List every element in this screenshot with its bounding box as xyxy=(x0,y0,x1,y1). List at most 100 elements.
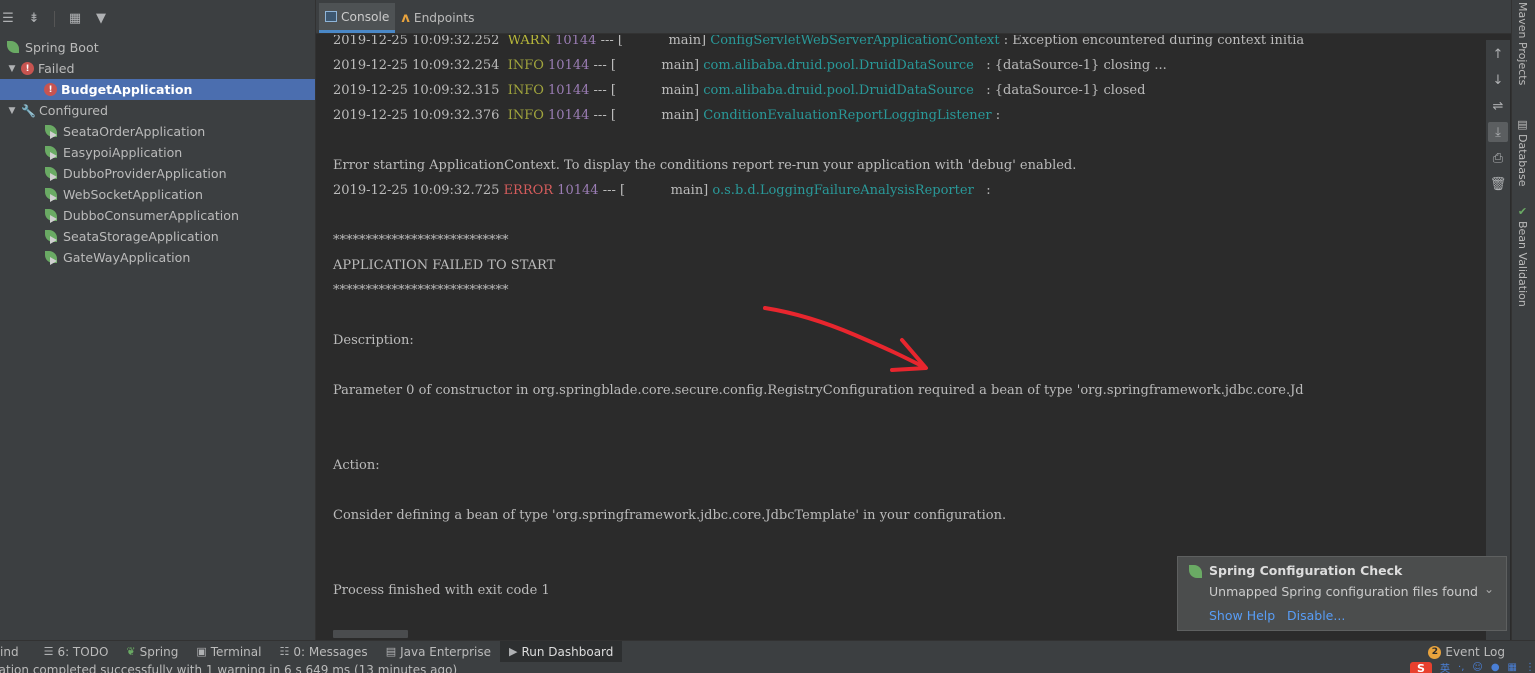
soft-wrap-icon[interactable]: ⇌ xyxy=(1488,96,1508,116)
description-text: Parameter 0 of constructor in org.spring… xyxy=(333,383,1304,398)
tree-root-spring-boot[interactable]: Spring Boot xyxy=(0,37,315,58)
tool-window-find[interactable]: ind xyxy=(0,641,28,663)
ime-menu-icon[interactable]: ⋮ xyxy=(1525,662,1535,673)
print-icon[interactable]: ⎙ xyxy=(1488,148,1508,168)
spring-icon: ❦ xyxy=(126,645,136,658)
spring-app-icon xyxy=(44,166,59,181)
event-log-button[interactable]: 2 Event Log xyxy=(1428,641,1505,663)
tool-window-run-dashboard[interactable]: ▶ Run Dashboard xyxy=(499,640,623,663)
event-count-badge: 2 xyxy=(1428,645,1442,659)
wrench-icon: 🔧 xyxy=(21,103,36,118)
tool-window-todo[interactable]: ☰ 6: TODO xyxy=(28,641,118,663)
scroll-to-end-icon[interactable]: ⤓ xyxy=(1488,122,1508,142)
ime-logo-icon[interactable]: S xyxy=(1410,662,1433,673)
scroll-down-icon[interactable]: ↓ xyxy=(1488,70,1508,90)
spring-app-icon xyxy=(44,250,59,265)
run-icon: ▶ xyxy=(508,645,518,658)
tree-item-label: DubboProviderApplication xyxy=(63,166,227,181)
tab-endpoints[interactable]: ʌ Endpoints xyxy=(395,3,480,33)
log-line: 2019-12-25 10:09:32.725 ERROR 10144 --- … xyxy=(333,183,991,198)
spring-app-icon xyxy=(44,145,59,160)
status-bar: ilation completed successfully with 1 wa… xyxy=(0,662,1535,673)
tree-root-label: Spring Boot xyxy=(25,40,99,55)
error-starting-line: Error starting ApplicationContext. To di… xyxy=(333,158,1077,173)
tool-window-messages[interactable]: ☷ 0: Messages xyxy=(270,641,376,663)
spring-app-icon xyxy=(44,208,59,223)
annotation-arrow xyxy=(763,306,928,372)
log-line: 2019-12-25 10:09:32.376 INFO 10144 --- [… xyxy=(333,108,1001,123)
spring-app-icon xyxy=(44,229,59,244)
tree-item-budget-application[interactable]: ! BudgetApplication xyxy=(0,79,315,100)
tab-label: Endpoints xyxy=(413,11,475,25)
show-help-link[interactable]: Show Help xyxy=(1209,608,1275,623)
notification-message: Unmapped Spring configuration files foun… xyxy=(1209,584,1479,599)
spring-boot-icon xyxy=(6,40,21,55)
horizontal-scrollbar[interactable] xyxy=(333,630,408,638)
toolbar-divider xyxy=(54,10,55,27)
terminal-icon: ▣ xyxy=(196,645,207,658)
ime-emoji-icon[interactable]: ☺ xyxy=(1472,662,1482,673)
tree-item-label: SeataOrderApplication xyxy=(63,124,206,139)
run-configurations-tree: Spring Boot ▼ ! Failed ! BudgetApplicati… xyxy=(0,37,315,268)
list-icon: ☰ xyxy=(43,645,54,658)
failed-title-line: APPLICATION FAILED TO START xyxy=(333,258,556,273)
trash-icon[interactable]: 🗑 xyxy=(1488,174,1508,194)
tree-item-label: GateWayApplication xyxy=(63,250,191,265)
side-tab-maven[interactable]: Maven Projects xyxy=(1516,2,1529,85)
expand-all-icon[interactable]: ☰ xyxy=(0,11,16,27)
tool-window-spring[interactable]: ❦ Spring xyxy=(117,641,187,663)
error-icon: ! xyxy=(44,83,57,96)
tab-label: Console xyxy=(341,9,390,24)
tree-item-gateway[interactable]: GateWayApplication xyxy=(0,247,315,268)
filter-icon[interactable]: ▼ xyxy=(93,11,109,27)
console-toolbar: ↑ ↓ ⇌ ⤓ ⎙ 🗑 xyxy=(1486,40,1510,640)
tab-console[interactable]: Console xyxy=(319,3,396,33)
ime-mic-icon[interactable]: ● xyxy=(1491,662,1500,673)
spring-config-notification: Spring Configuration Check Unmapped Spri… xyxy=(1177,556,1507,631)
tree-item-dubbo-provider[interactable]: DubboProviderApplication xyxy=(0,163,315,184)
tree-item-dubbo-consumer[interactable]: DubboConsumerApplication xyxy=(0,205,315,226)
collapse-all-icon[interactable]: ⇟ xyxy=(26,11,42,27)
messages-icon: ☷ xyxy=(279,645,290,658)
group-by-icon[interactable]: ▦ xyxy=(67,11,83,27)
tree-item-easypoi[interactable]: EasypoiApplication xyxy=(0,142,315,163)
tree-group-label: Failed xyxy=(38,61,75,76)
action-label: Action: xyxy=(333,458,380,473)
chevron-down-icon[interactable]: ⌄ xyxy=(1484,582,1494,596)
console-tabs: Console ʌ Endpoints xyxy=(316,0,1511,34)
spring-leaf-icon xyxy=(1189,565,1202,578)
event-log-label: Event Log xyxy=(1445,645,1505,659)
java-enterprise-icon: ▤ xyxy=(385,645,397,658)
tree-group-configured[interactable]: ▼ 🔧 Configured xyxy=(0,100,315,121)
ime-keyboard-icon[interactable]: ▦ xyxy=(1508,662,1517,673)
ime-lang-icon[interactable]: 英 xyxy=(1440,662,1450,673)
spring-app-icon xyxy=(44,124,59,139)
spring-app-icon xyxy=(44,187,59,202)
run-dashboard-panel: ☰ ⇟ ▦ ▼ Spring Boot ▼ ! Failed ! BudgetA… xyxy=(0,0,316,640)
right-tool-strip: Maven Projects ▤ Database ✔ Bean Validatio… xyxy=(1511,0,1535,640)
log-line: 2019-12-25 10:09:32.315 INFO 10144 --- [… xyxy=(333,83,1146,98)
tree-item-seata-order[interactable]: SeataOrderApplication xyxy=(0,121,315,142)
side-tab-database[interactable]: ▤ Database xyxy=(1516,118,1529,187)
console-icon xyxy=(325,11,337,22)
bottom-tool-bar: ind ☰ 6: TODO ❦ Spring ▣ Terminal ☷ 0: Messa… xyxy=(0,640,1535,663)
scroll-up-icon[interactable]: ↑ xyxy=(1488,44,1508,64)
tool-window-terminal[interactable]: ▣ Terminal xyxy=(187,641,270,663)
tree-item-seata-storage[interactable]: SeataStorageApplication xyxy=(0,226,315,247)
tree-item-label: EasypoiApplication xyxy=(63,145,183,160)
error-icon: ! xyxy=(21,62,34,75)
stars-line: *************************** xyxy=(333,283,509,298)
bean-validation-icon: ✔ xyxy=(1516,205,1529,218)
endpoints-icon: ʌ xyxy=(401,10,410,26)
tree-group-label: Configured xyxy=(39,103,109,118)
expand-arrow-icon[interactable]: ▼ xyxy=(6,64,18,74)
side-tab-bean-validation[interactable]: ✔ Bean Validation xyxy=(1516,205,1529,307)
tree-item-websocket[interactable]: WebSocketApplication xyxy=(0,184,315,205)
description-label: Description: xyxy=(333,333,414,348)
ime-punct-icon[interactable]: ·, xyxy=(1458,662,1464,673)
disable-link[interactable]: Disable... xyxy=(1287,608,1345,623)
tool-window-java-enterprise[interactable]: ▤ Java Enterprise xyxy=(377,641,500,663)
tree-group-failed[interactable]: ▼ ! Failed xyxy=(0,58,315,79)
tree-item-label: DubboConsumerApplication xyxy=(63,208,239,223)
expand-arrow-icon[interactable]: ▼ xyxy=(6,106,18,116)
